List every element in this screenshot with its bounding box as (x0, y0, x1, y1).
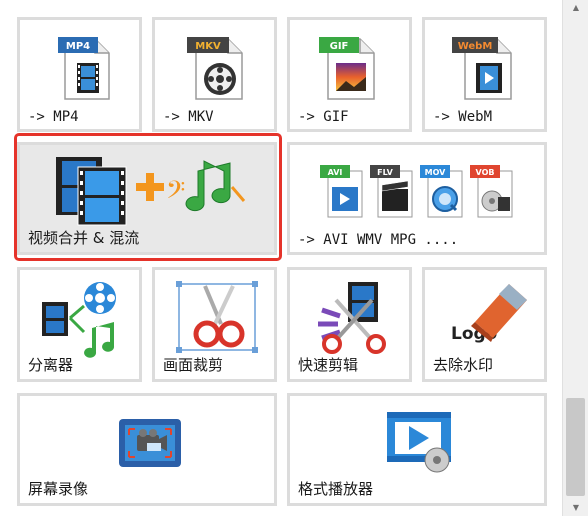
remove-watermark-icon: Logo (451, 280, 531, 356)
tile-remove-watermark[interactable]: Logo 去除水印 (422, 267, 547, 382)
tile-to-webm[interactable]: WebM -> WebM (422, 17, 547, 132)
tile-label: 去除水印 (433, 356, 494, 374)
tile-label: 屏幕录像 (28, 480, 89, 498)
svg-text:VOB: VOB (476, 168, 495, 177)
tile-crop[interactable]: 画面裁剪 (152, 267, 277, 382)
screen-record-icon (119, 419, 181, 467)
vob-file-icon: VOB (470, 165, 513, 218)
gif-file-icon: GIF (319, 37, 375, 100)
tile-label: 格式播放器 (298, 480, 374, 498)
tile-other-formats[interactable]: AVI FLV MOV VOB -> AVI WMV MPG .... (287, 142, 547, 255)
scroll-thumb[interactable] (566, 398, 585, 496)
multi-format-icon: AVI FLV MOV VOB (318, 163, 528, 221)
tile-label: -> AVI WMV MPG .... (298, 232, 459, 248)
avi-file-icon: AVI (320, 165, 363, 218)
tile-label: -> MP4 (28, 109, 79, 125)
splitter-icon (42, 282, 116, 358)
tile-to-mp4[interactable]: MP4 -> MP4 (17, 17, 142, 132)
mov-file-icon: MOV (420, 165, 463, 218)
flv-file-icon: FLV (370, 165, 413, 218)
vertical-scrollbar[interactable]: ▲ ▼ (562, 0, 588, 516)
tile-label: -> WebM (433, 109, 493, 125)
tile-format-player[interactable]: 格式播放器 (287, 393, 547, 506)
svg-text:GIF: GIF (330, 41, 349, 52)
scroll-down-icon[interactable]: ▼ (563, 500, 588, 516)
tile-splitter[interactable]: 分离器 (17, 267, 142, 382)
svg-text:MP4: MP4 (66, 41, 90, 52)
tile-video-merge[interactable]: 𝄢 视频合并 & 混流 (17, 142, 277, 255)
video-merge-music-icon: 𝄢 (56, 157, 246, 226)
tile-quick-cut[interactable]: 快速剪辑 (287, 267, 412, 382)
tile-label: 分离器 (28, 356, 74, 374)
webm-file-icon: WebM (452, 37, 512, 100)
svg-text:AVI: AVI (328, 168, 343, 177)
svg-text:MKV: MKV (195, 41, 221, 52)
tile-label: 快速剪辑 (298, 356, 359, 374)
quick-cut-icon (318, 282, 386, 354)
tile-label: 视频合并 & 混流 (28, 229, 140, 247)
tile-to-mkv[interactable]: MKV -> MKV (152, 17, 277, 132)
eraser-icon (471, 284, 527, 342)
svg-text:𝄢: 𝄢 (166, 176, 185, 211)
tile-label: -> MKV (163, 109, 214, 125)
format-player-icon (387, 412, 451, 473)
mp4-file-icon: MP4 (58, 37, 110, 100)
svg-text:MOV: MOV (425, 168, 447, 177)
tile-to-gif[interactable]: GIF -> GIF (287, 17, 412, 132)
mkv-file-icon: MKV (187, 37, 243, 100)
scroll-up-icon[interactable]: ▲ (563, 0, 588, 16)
tile-screen-record[interactable]: 屏幕录像 (17, 393, 277, 506)
tile-label: 画面裁剪 (163, 356, 224, 374)
svg-text:FLV: FLV (377, 168, 393, 177)
tile-label: -> GIF (298, 109, 349, 125)
svg-text:WebM: WebM (458, 41, 493, 52)
crop-scissors-icon (176, 281, 258, 353)
